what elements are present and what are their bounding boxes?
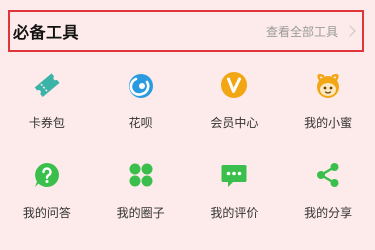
view-all-tools-label: 查看全部工具 (265, 24, 338, 39)
ticket-icon (32, 70, 62, 100)
huabei-icon (126, 70, 156, 100)
tool-label: 我的小蜜 (304, 116, 353, 130)
comment-icon (219, 160, 249, 190)
chevron-right-icon (344, 25, 356, 37)
tool-label: 我的分享 (304, 206, 353, 220)
tool-my-qa[interactable]: 我的问答 (0, 154, 94, 244)
tools-header: 必备工具 查看全部工具 (8, 10, 364, 52)
vip-icon (219, 70, 249, 100)
tool-my-assistant[interactable]: 我的小蜜 (281, 64, 375, 154)
tool-card-coupons[interactable]: 卡券包 (0, 64, 94, 154)
tool-label: 我的评价 (210, 206, 259, 220)
tool-my-reviews[interactable]: 我的评价 (188, 154, 282, 244)
tool-label: 卡券包 (28, 116, 65, 130)
tool-huabei[interactable]: 花呗 (94, 64, 188, 154)
tool-label: 花呗 (128, 116, 153, 130)
tools-panel: 必备工具 查看全部工具 卡券包 花呗 会员中心 我的小蜜 我的问答 我的圈子 我… (0, 0, 375, 250)
view-all-tools-link[interactable]: 查看全部工具 (266, 23, 356, 40)
share-icon (313, 160, 343, 190)
assistant-icon (313, 70, 343, 100)
tools-grid: 卡券包 花呗 会员中心 我的小蜜 我的问答 我的圈子 我的评价 我的分享 (0, 64, 375, 244)
section-title: 必备工具 (13, 23, 80, 42)
tool-label: 我的圈子 (116, 206, 165, 220)
circles-icon (126, 160, 156, 190)
tool-label: 会员中心 (210, 116, 259, 130)
tool-my-circles[interactable]: 我的圈子 (94, 154, 188, 244)
question-icon (32, 160, 62, 190)
tool-member-center[interactable]: 会员中心 (188, 64, 282, 154)
tool-my-shares[interactable]: 我的分享 (281, 154, 375, 244)
tool-label: 我的问答 (22, 206, 71, 220)
